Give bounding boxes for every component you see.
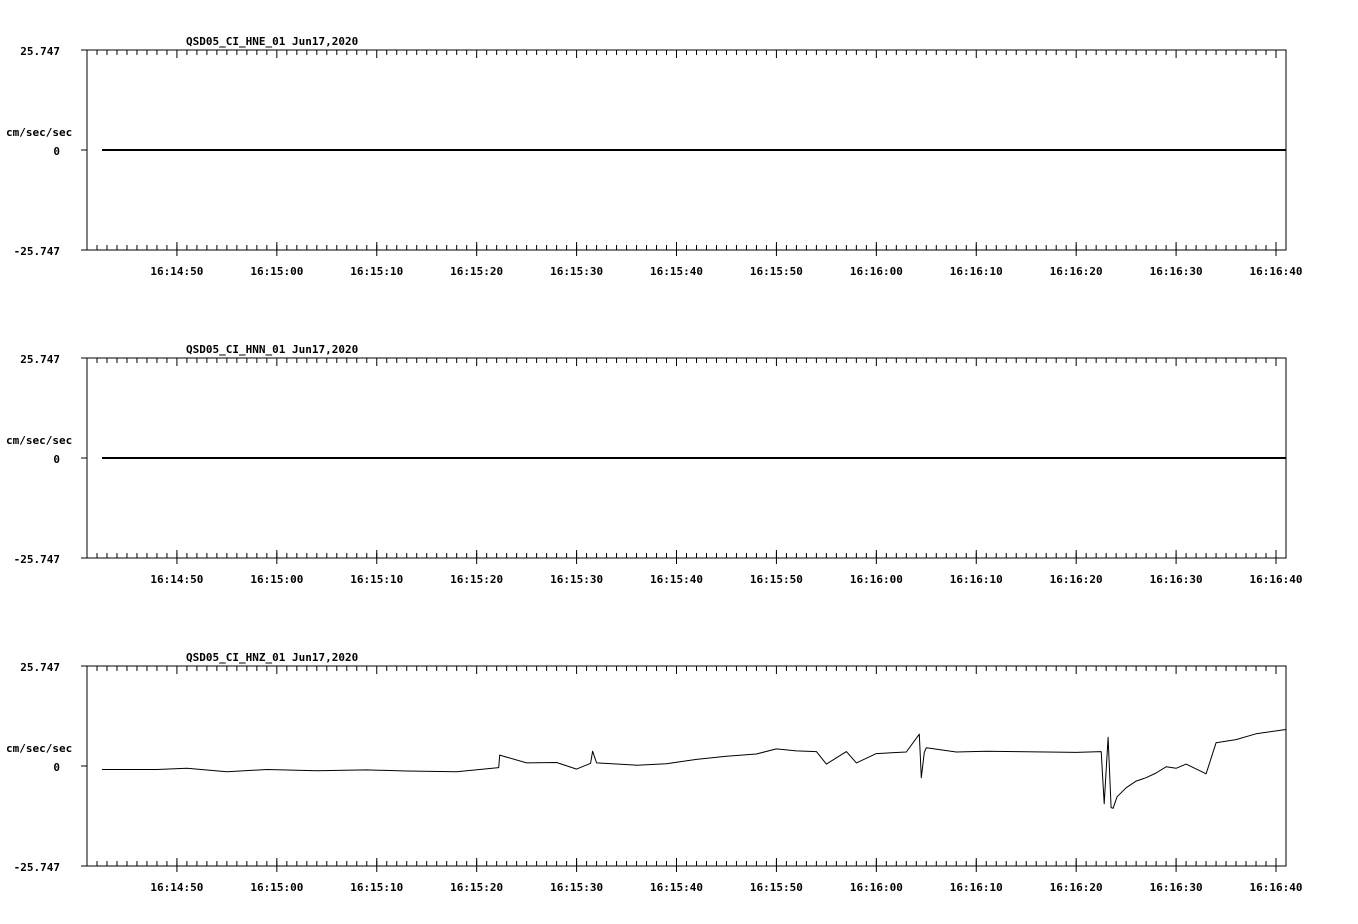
xtick-label-4: 16:15:30 (550, 881, 603, 894)
ytick-bottom: -25.747 (14, 553, 60, 566)
xtick-label-5: 16:15:40 (650, 881, 703, 894)
ytick-zero: 0 (53, 761, 60, 774)
xtick-label-6: 16:15:50 (750, 573, 803, 586)
xtick-label-9: 16:16:20 (1050, 881, 1103, 894)
waveform-series-0 (102, 729, 1287, 809)
xtick-label-1: 16:15:00 (250, 573, 303, 586)
xtick-label-0: 16:14:50 (150, 265, 203, 278)
panel-title: QSD05_CI_HNN_01 Jun17,2020 (186, 343, 358, 356)
xtick-label-3: 16:15:20 (450, 573, 503, 586)
xtick-label-8: 16:16:10 (950, 265, 1003, 278)
xtick-label-10: 16:16:30 (1150, 573, 1203, 586)
seismogram-figure: QSD05_CI_HNE_01 Jun17,2020 cm/sec/sec 25… (6, 35, 1303, 894)
ytick-bottom: -25.747 (14, 245, 60, 258)
xtick-label-2: 16:15:10 (350, 573, 403, 586)
ytick-top: 25.747 (20, 353, 60, 366)
xtick-label-0: 16:14:50 (150, 881, 203, 894)
xtick-label-6: 16:15:50 (750, 265, 803, 278)
xtick-label-10: 16:16:30 (1150, 265, 1203, 278)
xtick-label-11: 16:16:40 (1250, 881, 1303, 894)
xtick-label-2: 16:15:10 (350, 265, 403, 278)
xtick-label-8: 16:16:10 (950, 573, 1003, 586)
xtick-label-7: 16:16:00 (850, 265, 903, 278)
xtick-label-4: 16:15:30 (550, 573, 603, 586)
xtick-label-7: 16:16:00 (850, 881, 903, 894)
ylabel: cm/sec/sec (6, 742, 72, 755)
xtick-label-8: 16:16:10 (950, 881, 1003, 894)
xtick-label-7: 16:16:00 (850, 573, 903, 586)
ytick-zero: 0 (53, 145, 60, 158)
panel-title: QSD05_CI_HNZ_01 Jun17,2020 (186, 651, 358, 664)
xtick-label-3: 16:15:20 (450, 881, 503, 894)
panel-hnn: QSD05_CI_HNN_01 Jun17,2020 cm/sec/sec 25… (6, 343, 1303, 586)
xtick-label-11: 16:16:40 (1250, 265, 1303, 278)
ylabel: cm/sec/sec (6, 126, 72, 139)
ytick-zero: 0 (53, 453, 60, 466)
xtick-label-3: 16:15:20 (450, 265, 503, 278)
panel-hnz: QSD05_CI_HNZ_01 Jun17,2020 cm/sec/sec 25… (6, 651, 1303, 894)
panel-hne: QSD05_CI_HNE_01 Jun17,2020 cm/sec/sec 25… (6, 35, 1303, 278)
ytick-top: 25.747 (20, 45, 60, 58)
xtick-label-5: 16:15:40 (650, 265, 703, 278)
xtick-label-9: 16:16:20 (1050, 265, 1103, 278)
ytick-top: 25.747 (20, 661, 60, 674)
ylabel: cm/sec/sec (6, 434, 72, 447)
panel-title: QSD05_CI_HNE_01 Jun17,2020 (186, 35, 358, 48)
xtick-label-2: 16:15:10 (350, 881, 403, 894)
xtick-label-1: 16:15:00 (250, 265, 303, 278)
xtick-label-10: 16:16:30 (1150, 881, 1203, 894)
xtick-label-9: 16:16:20 (1050, 573, 1103, 586)
xtick-label-6: 16:15:50 (750, 881, 803, 894)
xtick-label-5: 16:15:40 (650, 573, 703, 586)
xtick-label-1: 16:15:00 (250, 881, 303, 894)
xtick-label-0: 16:14:50 (150, 573, 203, 586)
xtick-label-11: 16:16:40 (1250, 573, 1303, 586)
ytick-bottom: -25.747 (14, 861, 60, 874)
xtick-label-4: 16:15:30 (550, 265, 603, 278)
